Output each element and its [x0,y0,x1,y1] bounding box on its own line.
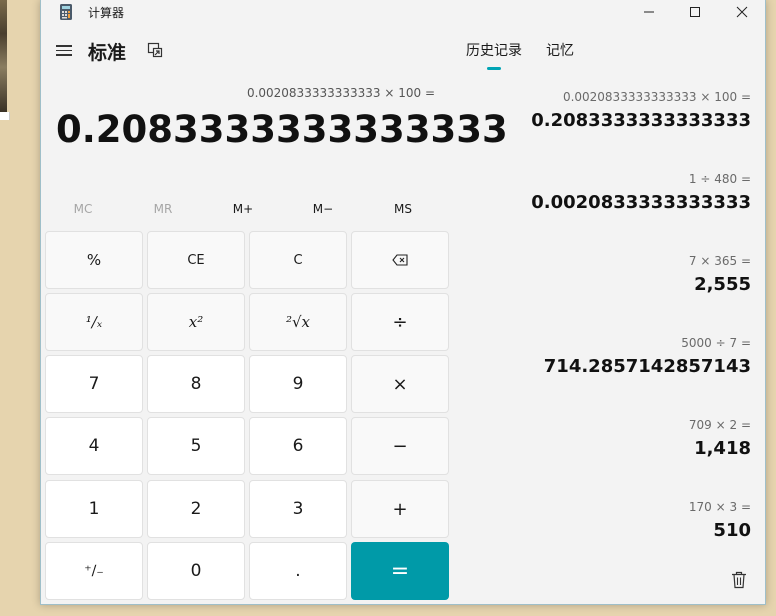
square-button[interactable]: x² [147,293,245,351]
digit-4-button[interactable]: 4 [45,417,143,475]
window-title: 计算器 [88,6,125,20]
hamburger-icon-line [56,45,72,47]
history-expression: 7 × 365 = [688,254,751,268]
history-item[interactable]: 0.0020833333333333 × 100 = 0.20833333333… [481,90,751,131]
navigation-menu-button[interactable] [56,42,72,56]
history-item[interactable]: 170 × 3 = 510 [481,500,751,541]
multiply-button[interactable]: × [351,355,449,413]
history-item[interactable]: 709 × 2 = 1,418 [481,418,751,459]
history-expression: 5000 ÷ 7 = [681,336,751,350]
digit-3-button[interactable]: 3 [249,480,347,538]
history-result: 714.2857142857143 [543,356,751,377]
memory-store-button[interactable]: MS [363,202,443,216]
memory-subtract-button[interactable]: M− [283,202,363,216]
digit-2-button[interactable]: 2 [147,480,245,538]
hamburger-icon-line [56,54,72,56]
history-result: 1,418 [694,438,751,459]
desktop-background-photo [0,0,7,112]
trash-icon[interactable] [731,571,747,589]
digit-9-button[interactable]: 9 [249,355,347,413]
keep-on-top-icon[interactable] [147,42,163,58]
digit-5-button[interactable]: 5 [147,417,245,475]
history-item[interactable]: 7 × 365 = 2,555 [481,254,751,295]
history-result: 0.0020833333333333 [531,192,751,213]
history-result: 2,555 [694,274,751,295]
tab-memory[interactable]: 记忆 [546,40,574,60]
history-expression: 709 × 2 = [688,418,751,432]
history-expression: 170 × 3 = [688,500,751,514]
digit-8-button[interactable]: 8 [147,355,245,413]
backspace-button[interactable] [351,231,449,289]
digit-0-button[interactable]: 0 [147,542,245,600]
hamburger-icon-line [56,49,72,51]
calculator-app-icon [60,4,72,20]
calculator-mode-title: 标准 [88,42,127,64]
negate-button[interactable]: ⁺∕₋ [45,542,143,600]
active-tab-indicator [487,67,501,70]
memory-clear-button[interactable]: MC [43,202,123,216]
history-expression: 0.0020833333333333 × 100 = [562,90,751,104]
history-expression: 1 ÷ 480 = [688,172,751,186]
expression-display: 0.0020833333333333 × 100 = [246,86,435,100]
minimize-icon [644,11,654,13]
square-root-button[interactable]: ²√x [249,293,347,351]
close-button[interactable] [719,0,765,24]
memory-recall-button[interactable]: MR [123,202,203,216]
history-item[interactable]: 1 ÷ 480 = 0.0020833333333333 [481,172,751,213]
desktop-background-window [0,112,10,120]
history-item[interactable]: 5000 ÷ 7 = 714.2857142857143 [481,336,751,377]
minimize-button[interactable] [626,0,672,24]
result-display: 0.2083333333333333 [56,108,508,151]
digit-1-button[interactable]: 1 [45,480,143,538]
maximize-icon [690,7,700,17]
digit-6-button[interactable]: 6 [249,417,347,475]
percent-button[interactable]: % [45,231,143,289]
title-bar[interactable]: 计算器 [41,0,765,26]
close-icon [736,6,748,18]
add-button[interactable]: + [351,480,449,538]
maximize-button[interactable] [672,0,718,24]
memory-add-button[interactable]: M+ [203,202,283,216]
clear-entry-button[interactable]: CE [147,231,245,289]
history-result: 510 [713,520,751,541]
digit-7-button[interactable]: 7 [45,355,143,413]
divide-button[interactable]: ÷ [351,293,449,351]
reciprocal-button[interactable]: ¹∕ₓ [45,293,143,351]
equals-button[interactable]: = [351,542,449,600]
calculator-window: 计算器 标准 历史记录 记忆 0.0020833333333333 × 100 … [40,0,766,605]
decimal-button[interactable]: . [249,542,347,600]
backspace-icon [392,254,408,266]
history-result: 0.2083333333333333 [531,110,751,131]
subtract-button[interactable]: − [351,417,449,475]
tab-history[interactable]: 历史记录 [466,40,522,60]
clear-button[interactable]: C [249,231,347,289]
